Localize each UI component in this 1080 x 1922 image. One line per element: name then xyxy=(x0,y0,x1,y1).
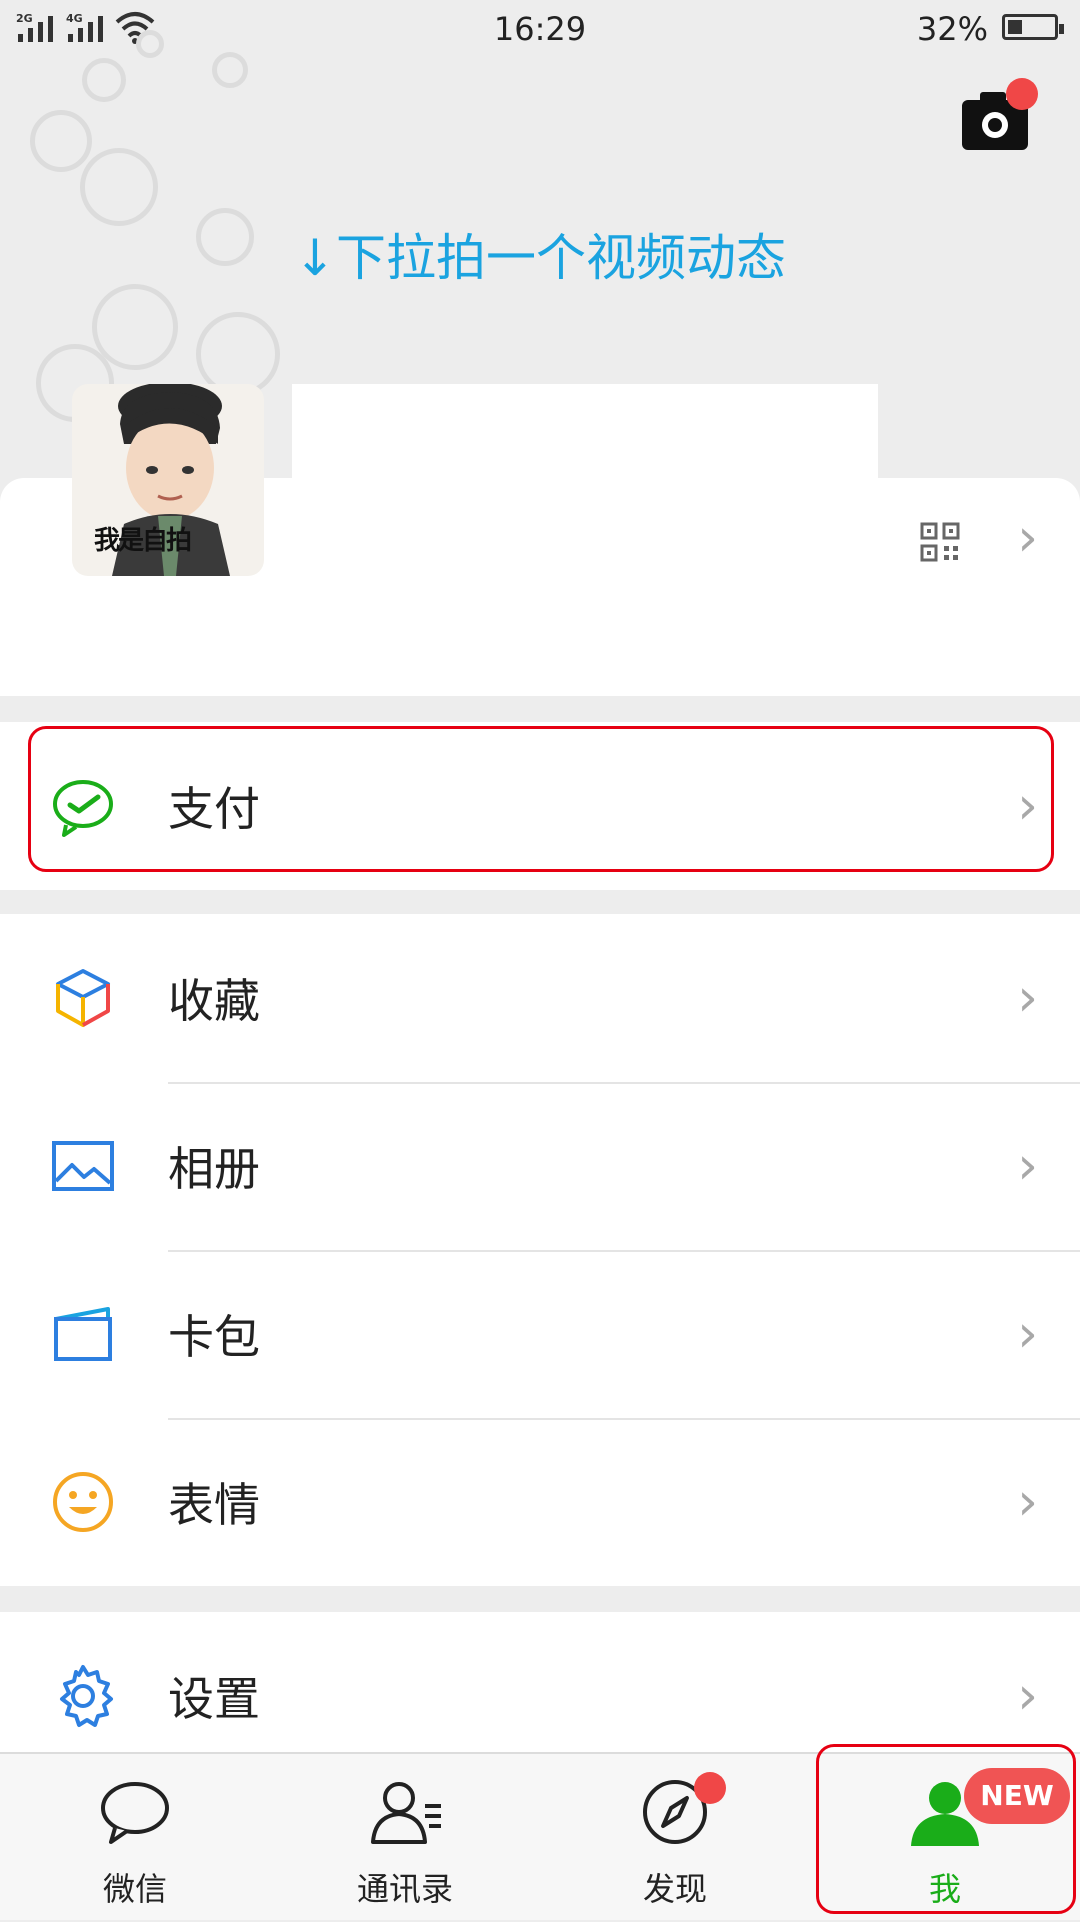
chevron-right-icon: › xyxy=(1017,968,1038,1028)
highlight-box-me-tab xyxy=(816,1744,1076,1914)
tab-discover[interactable]: 发现 xyxy=(540,1754,810,1922)
qrcode-icon[interactable] xyxy=(920,522,960,562)
pull-down-hint[interactable]: ↓下拉拍一个视频动态 xyxy=(0,218,1080,290)
chat-bubble-icon xyxy=(101,1782,169,1844)
tab-chats[interactable]: 微信 xyxy=(0,1754,270,1922)
menu-item-stickers[interactable]: 表情 › xyxy=(0,1418,1080,1586)
features-group: 收藏 › 相册 › 卡包 › 表情 › xyxy=(0,914,1080,1586)
discover-badge-dot xyxy=(694,1772,726,1804)
menu-item-settings[interactable]: 设置 › xyxy=(0,1612,1080,1752)
menu-item-label: 设置 xyxy=(168,1672,260,1726)
battery-icon xyxy=(1002,14,1064,40)
chevron-right-icon: › xyxy=(1017,508,1038,568)
tab-label: 发现 xyxy=(642,1870,707,1908)
avatar[interactable]: 我是自拍 xyxy=(72,384,264,576)
tab-label: 通讯录 xyxy=(356,1870,453,1908)
profile-name-area[interactable] xyxy=(292,384,878,480)
chevron-right-icon: › xyxy=(1017,1136,1038,1196)
menu-item-label: 相册 xyxy=(168,1142,260,1196)
menu-item-album[interactable]: 相册 › xyxy=(0,1082,1080,1250)
camera-badge-dot xyxy=(1006,78,1038,110)
menu-item-cards[interactable]: 卡包 › xyxy=(0,1250,1080,1418)
chevron-right-icon: › xyxy=(1017,1666,1038,1726)
menu-item-label: 表情 xyxy=(168,1478,260,1532)
contacts-icon xyxy=(371,1782,441,1844)
avatar-text: 我是自拍 xyxy=(94,526,192,556)
card-wallet-icon xyxy=(54,1307,112,1361)
menu-item-label: 收藏 xyxy=(168,974,260,1028)
emoji-smile-icon xyxy=(53,1472,113,1532)
settings-group: 设置 › xyxy=(0,1612,1080,1752)
tab-label: 微信 xyxy=(102,1870,167,1908)
gear-icon xyxy=(60,1665,113,1727)
chevron-right-icon: › xyxy=(1017,1304,1038,1364)
album-picture-icon xyxy=(52,1141,114,1191)
favorites-cube-icon xyxy=(56,969,110,1027)
tab-contacts[interactable]: 通讯录 xyxy=(270,1754,540,1922)
menu-item-label: 卡包 xyxy=(168,1310,260,1364)
menu-item-favorites[interactable]: 收藏 › xyxy=(0,914,1080,1082)
chevron-right-icon: › xyxy=(1017,1472,1038,1532)
highlight-box-pay xyxy=(28,726,1054,872)
battery-percent: 32% xyxy=(916,10,988,48)
